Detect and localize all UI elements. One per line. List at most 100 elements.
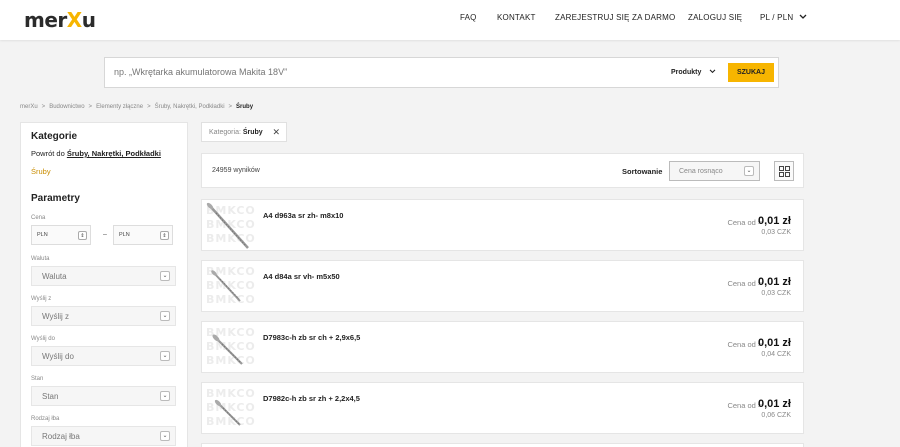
filter-select-stan[interactable]: Stan ⌄	[31, 386, 176, 406]
chevron-down-icon: ⌄	[744, 166, 754, 176]
product-price-alt: 0,04 CZK	[761, 351, 791, 358]
chevron-down-icon: ⌄	[160, 311, 170, 321]
back-prefix: Powrót do	[31, 149, 67, 158]
nav-register[interactable]: ZAREJESTRUJ SIĘ ZA DARMO	[555, 13, 675, 22]
product-price: 0,01 zł	[757, 337, 791, 349]
product-name[interactable]: A4 d84a sr vh- m5x50	[263, 272, 340, 281]
filter-select-wyslij-do[interactable]: Wyślij do ⌄	[31, 346, 176, 366]
search-scope-dropdown[interactable]: Produkty	[671, 69, 716, 76]
nav-login[interactable]: ZALOGUJ SIĘ	[688, 13, 742, 22]
chevron-down-icon: ⌄	[160, 271, 170, 281]
product-card[interactable]: BMKCO BMKCO BMKCO A4 d963a sr zh- m8x10 …	[201, 199, 804, 251]
filter-label-rodzaj-lba: Rodzaj łba	[31, 416, 60, 422]
search-button[interactable]: SZUKAJ	[728, 63, 774, 82]
nav-kontakt[interactable]: KONTAKT	[497, 13, 536, 22]
product-card[interactable]: BMKCO BMKCO BMKCO D7983c-h zb sr ch + 2,…	[201, 321, 804, 373]
product-price-alt: 0,06 CZK	[761, 412, 791, 419]
breadcrumb: merXu > Budownictwo > Elementy złączne > Śruby…	[20, 104, 253, 110]
logo-text-left: mer	[24, 8, 67, 32]
sort-dropdown[interactable]: Cena rosnąco ⌄	[669, 161, 760, 181]
chevron-down-icon	[799, 13, 807, 22]
back-category-link[interactable]: Śruby, Nakrętki, Podkładki	[67, 149, 161, 158]
product-image[interactable]: BMKCO BMKCO BMKCO	[204, 202, 255, 250]
product-price: 0,01 zł	[757, 276, 791, 288]
filter-label-wyslij-z: Wyślij z	[31, 296, 52, 302]
chip-label: Kategoria: Śruby	[209, 129, 263, 136]
logo-text-x: X	[66, 8, 82, 32]
top-header: merXu FAQ KONTAKT ZAREJESTRUJ SIĘ ZA DAR…	[0, 0, 900, 40]
breadcrumb-separator-icon: >	[228, 104, 233, 110]
product-image[interactable]: BMKCO BMKCO BMKCO	[204, 263, 255, 311]
product-name[interactable]: D7983c-h zb sr ch + 2,9x6,5	[263, 333, 360, 342]
product-image[interactable]: BMKCO BMKCO BMKCO	[204, 385, 255, 433]
chip-value: Śruby	[242, 129, 263, 136]
close-icon[interactable]: ✕	[272, 127, 280, 138]
select-placeholder: Rodzaj łba	[42, 432, 80, 441]
active-category[interactable]: Śruby	[31, 167, 51, 176]
price-separator: –	[103, 231, 107, 238]
breadcrumb-item-home[interactable]: merXu	[20, 104, 38, 110]
filter-select-rodzaj-lba[interactable]: Rodzaj łba ⌄	[31, 426, 176, 446]
screw-icon	[211, 270, 241, 302]
grid-view-icon	[779, 166, 790, 177]
filter-select-waluta[interactable]: Waluta ⌄	[31, 266, 176, 286]
product-name[interactable]: A4 d963a sr zh- m8x10	[263, 211, 343, 220]
parameters-heading: Parametry	[31, 193, 80, 204]
sort-label: Sortowanie	[622, 167, 663, 176]
product-price-alt: 0,03 CZK	[761, 290, 791, 297]
grid-view-button[interactable]	[774, 161, 794, 181]
result-count: 24959 wyników	[212, 167, 260, 174]
select-placeholder: Wyślij do	[42, 352, 74, 361]
chevron-down-icon: ⌄	[160, 391, 170, 401]
currency-label: PLN	[119, 232, 130, 238]
product-image[interactable]: BMKCO BMKCO BMKCO	[204, 324, 255, 372]
breadcrumb-item-sruby-nakretki[interactable]: Śruby, Nakrętki, Podkładki	[155, 104, 225, 110]
filters-sidebar: Kategorie Powrót do Śruby, Nakrętki, Pod…	[20, 122, 188, 447]
product-card[interactable]	[201, 443, 804, 447]
product-card[interactable]: BMKCO BMKCO BMKCO A4 d84a sr vh- m5x50 C…	[201, 260, 804, 312]
price-label: Cena od ≈	[727, 401, 762, 410]
currency-label: PLN	[37, 232, 48, 238]
filter-label-wyslij-do: Wyślij do	[31, 336, 55, 342]
search-bar: Produkty SZUKAJ	[104, 57, 779, 88]
chevron-down-icon: ⌄	[160, 431, 170, 441]
sort-value: Cena rosnąco	[679, 168, 723, 175]
breadcrumb-separator-icon: >	[41, 104, 46, 110]
screw-icon	[214, 399, 241, 426]
product-card[interactable]: BMKCO BMKCO BMKCO D7982c-h zb sr zh + 2,…	[201, 382, 804, 434]
product-price: 0,01 zł	[757, 215, 791, 227]
product-price-alt: 0,03 CZK	[761, 229, 791, 236]
nav-faq[interactable]: FAQ	[460, 13, 477, 22]
product-price: 0,01 zł	[757, 398, 791, 410]
price-label: Cena od ≈	[727, 279, 762, 288]
breadcrumb-separator-icon: >	[88, 104, 93, 110]
locale-label: PL / PLN	[760, 13, 794, 22]
active-filter-chip: Kategoria: Śruby ✕	[201, 122, 287, 142]
spinner-icon[interactable]: ⇕	[160, 231, 169, 240]
results-toolbar: 24959 wyników Sortowanie Cena rosnąco ⌄	[201, 153, 804, 188]
select-placeholder: Waluta	[42, 272, 67, 281]
select-placeholder: Stan	[42, 392, 59, 401]
price-to-input[interactable]: PLN ⇕	[113, 225, 173, 245]
product-name[interactable]: D7982c-h zb sr zh + 2,2x4,5	[263, 394, 360, 403]
chip-label-text: Kategoria:	[209, 129, 243, 136]
chevron-down-icon: ⌄	[160, 351, 170, 361]
filter-label-stan: Stan	[31, 376, 44, 382]
breadcrumb-item-current: Śruby	[236, 104, 254, 110]
categories-heading: Kategorie	[31, 131, 78, 142]
breadcrumb-item-elementy[interactable]: Elementy złączne	[96, 104, 143, 110]
price-from-input[interactable]: PLN ⇕	[31, 225, 91, 245]
locale-selector[interactable]: PL / PLN	[760, 13, 807, 22]
merxu-logo[interactable]: merXu	[24, 8, 96, 32]
price-label: Cena	[31, 215, 46, 221]
back-to-category[interactable]: Powrót do Śruby, Nakrętki, Podkładki	[31, 149, 161, 158]
filter-select-wyslij-z[interactable]: Wyślij z ⌄	[31, 306, 176, 326]
price-label: Cena od ≈	[727, 340, 762, 349]
spinner-icon[interactable]: ⇕	[78, 231, 87, 240]
screw-icon	[212, 334, 243, 365]
price-label: Cena od ≈	[727, 218, 762, 227]
breadcrumb-item-budownictwo[interactable]: Budownictwo	[49, 104, 84, 110]
search-input[interactable]	[114, 67, 514, 77]
filter-label-waluta: Waluta	[31, 256, 50, 262]
breadcrumb-separator-icon: >	[147, 104, 151, 110]
